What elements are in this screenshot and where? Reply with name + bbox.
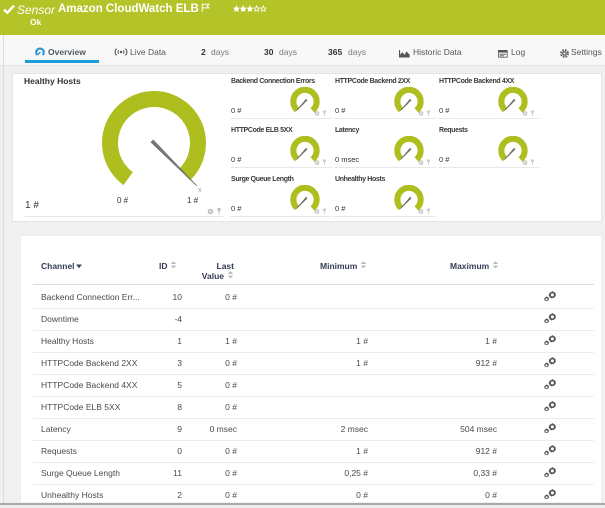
svg-text:x: x bbox=[198, 187, 202, 194]
